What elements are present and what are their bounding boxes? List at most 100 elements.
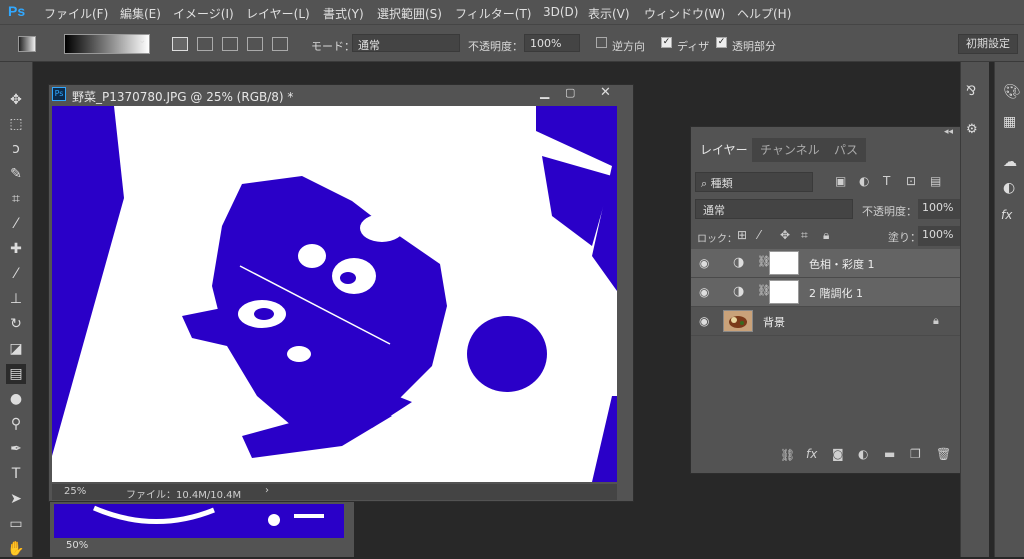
healing-brush-tool-icon[interactable]: ✚ <box>6 239 26 259</box>
fill-value: 100% <box>922 228 954 241</box>
filter-shape-icon[interactable]: ⊡ <box>906 174 916 188</box>
layer-thumbnail[interactable] <box>723 310 753 332</box>
layer-name[interactable]: 2 階調化 1 <box>809 285 863 301</box>
eye-icon[interactable]: ◉ <box>699 285 709 299</box>
crop-tool-icon[interactable]: ⌗ <box>6 189 26 209</box>
menu-image[interactable]: イメージ(I) <box>173 5 234 22</box>
adjustment-layer-icon[interactable]: ◐ <box>858 447 868 461</box>
type-tool-icon[interactable]: T <box>6 464 26 484</box>
layer-row[interactable]: ◉ 背景 🔒︎ <box>691 307 961 336</box>
tab-paths[interactable]: パス <box>826 138 867 162</box>
tab-layers[interactable]: レイヤー <box>692 138 756 162</box>
brush-tool-icon[interactable]: ⁄ <box>6 264 26 284</box>
dither-checkbox[interactable]: ✓ <box>661 37 672 48</box>
pen-tool-icon[interactable]: ✒ <box>6 439 26 459</box>
document-status-bar: 25% ファイル：10.4M/10.4M › <box>52 484 617 501</box>
add-mask-icon[interactable]: ◙ <box>832 447 844 461</box>
layer-mask-thumbnail[interactable] <box>769 251 799 275</box>
color-palette-icon[interactable]: 🎨︎ <box>1003 84 1021 100</box>
menu-file[interactable]: ファイル(F) <box>44 5 108 22</box>
filter-pixel-icon[interactable]: ▣ <box>835 174 846 188</box>
menu-window[interactable]: ウィンドウ(W) <box>644 5 725 22</box>
menu-type[interactable]: 書式(Y) <box>323 5 364 22</box>
properties-icon[interactable]: ⚙ <box>966 122 978 137</box>
tool-preset-icon[interactable] <box>18 36 36 52</box>
marquee-tool-icon[interactable]: ⬚ <box>6 114 26 134</box>
shape-tool-icon[interactable]: ▭ <box>6 514 26 534</box>
fill-label: 塗り： <box>888 231 921 244</box>
lock-position-icon[interactable]: ✥ <box>780 228 790 242</box>
mode-select[interactable]: 通常 <box>352 34 460 52</box>
stamp-tool-icon[interactable]: ⊥ <box>6 289 26 309</box>
menu-filter[interactable]: フィルター(T) <box>455 5 531 22</box>
opacity-input[interactable]: 100% <box>524 34 580 52</box>
ps-document-icon: Ps <box>52 87 66 101</box>
layer-name[interactable]: 色相・彩度 1 <box>809 256 875 272</box>
swatches-icon[interactable]: ▦ <box>1003 114 1016 130</box>
menu-edit[interactable]: 編集(E) <box>120 5 161 22</box>
blend-mode-select[interactable]: 通常 <box>695 199 853 219</box>
menu-select[interactable]: 選択範囲(S) <box>377 5 442 22</box>
adjustments-icon[interactable]: ◐ <box>1003 180 1015 196</box>
quick-select-tool-icon[interactable]: ✎ <box>6 164 26 184</box>
move-tool-icon[interactable]: ✥ <box>6 90 26 110</box>
tab-channels[interactable]: チャンネル <box>752 138 828 162</box>
layer-row[interactable]: ◉ ◑ ⛓ 2 階調化 1 <box>691 278 961 307</box>
eyedropper-tool-icon[interactable]: ⁄ <box>6 214 26 234</box>
blur-tool-icon[interactable]: ● <box>6 389 26 409</box>
filter-smart-object-icon[interactable]: ▤ <box>930 174 941 188</box>
new-group-icon[interactable]: ▬ <box>884 447 895 461</box>
zoom-level[interactable]: 25% <box>64 486 86 497</box>
gradient-tool-icon[interactable]: ▤ <box>6 364 26 384</box>
angle-gradient-button[interactable] <box>222 37 238 51</box>
new-layer-icon[interactable]: ❐ <box>910 447 921 461</box>
history-brush-tool-icon[interactable]: ↻ <box>6 314 26 334</box>
hand-tool-icon[interactable]: ✋ <box>6 539 26 559</box>
image-canvas[interactable] <box>52 106 617 482</box>
chevron-down-icon[interactable]: ⌄ <box>138 35 146 46</box>
layer-row[interactable]: ◉ ◑ ⛓ 色相・彩度 1 <box>691 249 961 278</box>
menu-help[interactable]: ヘルプ(H) <box>737 5 791 22</box>
filter-adjustment-icon[interactable]: ◐ <box>859 174 869 188</box>
eraser-tool-icon[interactable]: ◪ <box>6 339 26 359</box>
history-icon[interactable]: ⅋ <box>966 84 976 99</box>
reflected-gradient-button[interactable] <box>247 37 263 51</box>
eye-icon[interactable]: ◉ <box>699 314 709 328</box>
link-layers-icon[interactable]: ⛓ <box>780 448 795 462</box>
radial-gradient-button[interactable] <box>197 37 213 51</box>
lock-all-icon[interactable]: 🔒︎ <box>823 228 829 243</box>
back-document-canvas <box>54 504 344 538</box>
layer-mask-thumbnail[interactable] <box>769 280 799 304</box>
back-document-window[interactable]: 50% <box>50 496 354 557</box>
lock-pixels-icon[interactable]: ⁄ <box>758 228 760 242</box>
workspace-button[interactable]: 初期設定 <box>958 34 1018 54</box>
path-select-tool-icon[interactable]: ➤ <box>6 489 26 509</box>
collapse-panel-icon[interactable]: ◂◂ <box>944 127 953 137</box>
filter-type-icon[interactable]: T <box>883 174 890 188</box>
layer-name[interactable]: 背景 <box>763 314 785 330</box>
fx-icon[interactable]: fx <box>806 447 817 461</box>
close-icon[interactable]: ✕ <box>600 85 611 100</box>
diamond-gradient-button[interactable] <box>272 37 288 51</box>
canvas-artwork <box>52 106 617 482</box>
reverse-label: 逆方向 <box>612 40 645 53</box>
menu-3d[interactable]: 3D(D) <box>543 5 578 19</box>
dodge-tool-icon[interactable]: ⚲ <box>6 414 26 434</box>
reverse-checkbox[interactable] <box>596 37 607 48</box>
lasso-tool-icon[interactable]: ↄ <box>6 139 26 159</box>
layer-filter-select[interactable]: ⌕ 種類 <box>695 172 813 192</box>
styles-icon[interactable]: fx <box>1001 208 1012 222</box>
menu-view[interactable]: 表示(V) <box>588 5 630 22</box>
status-menu-icon[interactable]: › <box>265 485 269 496</box>
minimize-icon[interactable]: ▁ <box>540 85 549 99</box>
lock-transparency-icon[interactable]: ⊞ <box>737 228 747 242</box>
maximize-icon[interactable]: ▢ <box>565 86 575 99</box>
trash-icon[interactable]: 🗑︎ <box>936 447 951 461</box>
linear-gradient-button[interactable] <box>172 37 188 51</box>
transparency-checkbox[interactable]: ✓ <box>716 37 727 48</box>
eye-icon[interactable]: ◉ <box>699 256 709 270</box>
menu-layer[interactable]: レイヤー(L) <box>246 5 310 22</box>
layer-opacity-value: 100% <box>922 201 954 214</box>
libraries-icon[interactable]: ☁ <box>1003 154 1017 170</box>
lock-artboard-icon[interactable]: ⌗ <box>801 228 808 243</box>
